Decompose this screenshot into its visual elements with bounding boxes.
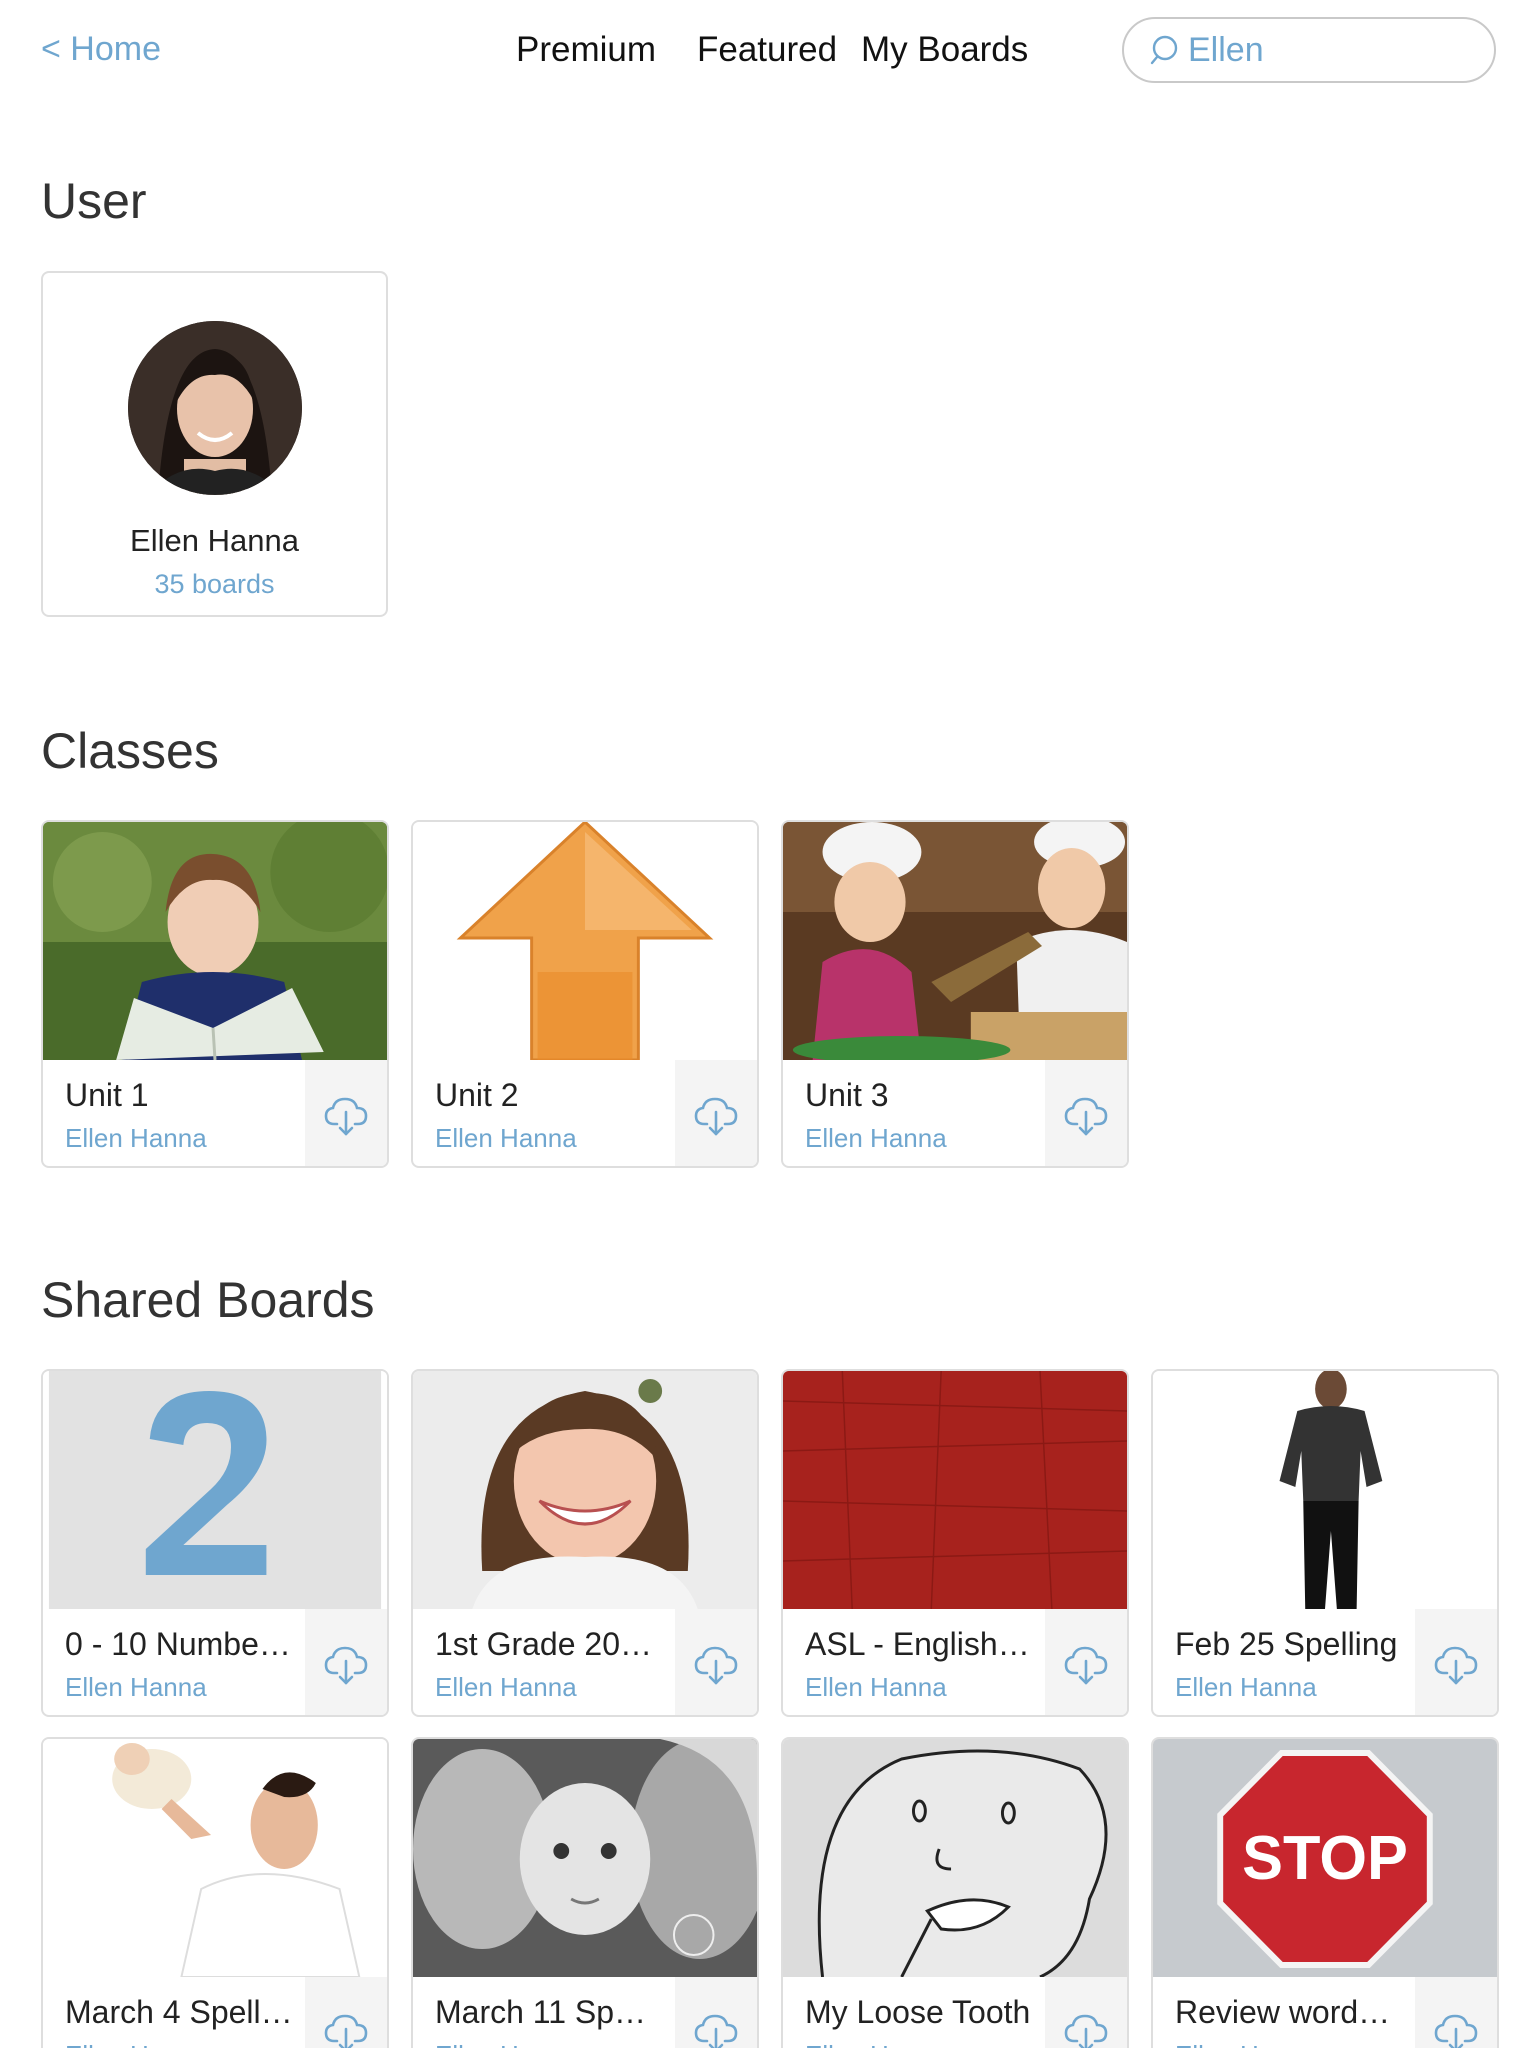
- class-card[interactable]: Unit 3 Ellen Hanna: [781, 820, 1129, 1168]
- card-author[interactable]: Ellen Hanna: [805, 1123, 947, 1154]
- shared-board-card[interactable]: 0 - 10 Numbe… Ellen Hanna: [41, 1369, 389, 1717]
- download-button[interactable]: [305, 1977, 387, 2048]
- user-card[interactable]: Ellen Hanna 35 boards: [41, 271, 388, 617]
- section-title-user: User: [41, 173, 147, 229]
- card-title: March 11 Sp…: [435, 1994, 647, 2030]
- user-board-count[interactable]: 35 boards: [43, 569, 386, 600]
- thumb-kids-cooking: [783, 822, 1127, 1060]
- cloud-download-icon: [1434, 1646, 1478, 1685]
- search-box[interactable]: [1122, 17, 1496, 83]
- section-title-shared-boards: Shared Boards: [41, 1272, 375, 1328]
- download-button[interactable]: [305, 1609, 387, 1715]
- thumb-family-kiss: [413, 1739, 757, 1977]
- cloud-download-icon: [1064, 2014, 1108, 2048]
- card-author[interactable]: Ellen Hanna: [1175, 1672, 1317, 1703]
- card-author[interactable]: Ellen Hanna: [805, 1672, 947, 1703]
- card-author[interactable]: Ellen Hanna: [65, 1123, 207, 1154]
- user-name: Ellen Hanna: [130, 523, 299, 558]
- shared-board-card[interactable]: March 11 Sp… Ellen Hanna: [411, 1737, 759, 2048]
- cloud-download-icon: [1064, 1097, 1108, 1136]
- card-author[interactable]: Ellen Hanna: [435, 1123, 577, 1154]
- download-button[interactable]: [675, 1060, 757, 1166]
- cloud-download-icon: [1434, 2014, 1478, 2048]
- thumb-loose-tooth-drawing: [783, 1739, 1127, 1977]
- cloud-download-icon: [694, 2014, 738, 2048]
- shared-board-card[interactable]: March 4 Spell… Ellen Hanna: [41, 1737, 389, 2048]
- thumb-number-two: [43, 1371, 387, 1609]
- card-author[interactable]: Ellen Hanna: [435, 1672, 577, 1703]
- thumb-orange-up-arrow: [413, 822, 757, 1060]
- section-title-classes: Classes: [41, 723, 219, 779]
- cloud-download-icon: [1064, 1646, 1108, 1685]
- download-button[interactable]: [1045, 1060, 1127, 1166]
- search-icon: [1150, 35, 1178, 65]
- cloud-download-icon: [324, 2014, 368, 2048]
- thumb-girl-reading: [43, 822, 387, 1060]
- svg-text:STOP: STOP: [1242, 1824, 1408, 1893]
- download-button[interactable]: [675, 1977, 757, 2048]
- card-title: My Loose Tooth: [805, 1994, 1031, 2030]
- class-card[interactable]: Unit 1 Ellen Hanna: [41, 820, 389, 1168]
- class-card[interactable]: Unit 2 Ellen Hanna: [411, 820, 759, 1168]
- home-back-link[interactable]: < Home: [41, 30, 161, 69]
- card-author[interactable]: Ellen Hanna: [1175, 2040, 1317, 2048]
- thumb-standing-man: [1153, 1371, 1497, 1609]
- card-author[interactable]: Ellen Hanna: [435, 2040, 577, 2048]
- download-button[interactable]: [305, 1060, 387, 1166]
- avatar: [128, 321, 302, 495]
- card-title: Unit 1: [65, 1077, 149, 1113]
- tab-premium[interactable]: Premium: [516, 30, 656, 70]
- thumb-red-texture: [783, 1371, 1127, 1609]
- tab-my-boards[interactable]: My Boards: [861, 30, 1028, 70]
- shared-board-card[interactable]: ASL - English… Ellen Hanna: [781, 1369, 1129, 1717]
- thumb-smiling-girl: [413, 1371, 757, 1609]
- card-author[interactable]: Ellen Hanna: [65, 1672, 207, 1703]
- card-author[interactable]: Ellen Hanna: [805, 2040, 947, 2048]
- card-title: 0 - 10 Numbe…: [65, 1626, 291, 1662]
- card-title: Unit 3: [805, 1077, 889, 1113]
- card-title: Feb 25 Spelling: [1175, 1626, 1398, 1662]
- shared-board-card[interactable]: STOP Review word… Ellen Hanna: [1151, 1737, 1499, 2048]
- download-button[interactable]: [1045, 1977, 1127, 2048]
- tab-featured[interactable]: Featured: [697, 30, 837, 70]
- card-title: 1st Grade 20…: [435, 1626, 652, 1662]
- cloud-download-icon: [694, 1646, 738, 1685]
- top-bar: < Home Premium Featured My Boards: [0, 0, 1536, 100]
- download-button[interactable]: [675, 1609, 757, 1715]
- search-input[interactable]: [1188, 30, 1488, 70]
- thumb-father-baby: [43, 1739, 387, 1977]
- download-button[interactable]: [1415, 1609, 1497, 1715]
- card-author[interactable]: Ellen Hanna: [65, 2040, 207, 2048]
- card-title: Review word…: [1175, 1994, 1391, 2030]
- shared-board-card[interactable]: Feb 25 Spelling Ellen Hanna: [1151, 1369, 1499, 1717]
- download-button[interactable]: [1045, 1609, 1127, 1715]
- download-button[interactable]: [1415, 1977, 1497, 2048]
- cloud-download-icon: [694, 1097, 738, 1136]
- cloud-download-icon: [324, 1646, 368, 1685]
- shared-board-card[interactable]: My Loose Tooth Ellen Hanna: [781, 1737, 1129, 2048]
- shared-board-card[interactable]: 1st Grade 20… Ellen Hanna: [411, 1369, 759, 1717]
- thumb-stop-sign: STOP: [1153, 1739, 1497, 1977]
- cloud-download-icon: [324, 1097, 368, 1136]
- card-title: March 4 Spell…: [65, 1994, 293, 2030]
- card-title: Unit 2: [435, 1077, 519, 1113]
- card-title: ASL - English…: [805, 1626, 1030, 1662]
